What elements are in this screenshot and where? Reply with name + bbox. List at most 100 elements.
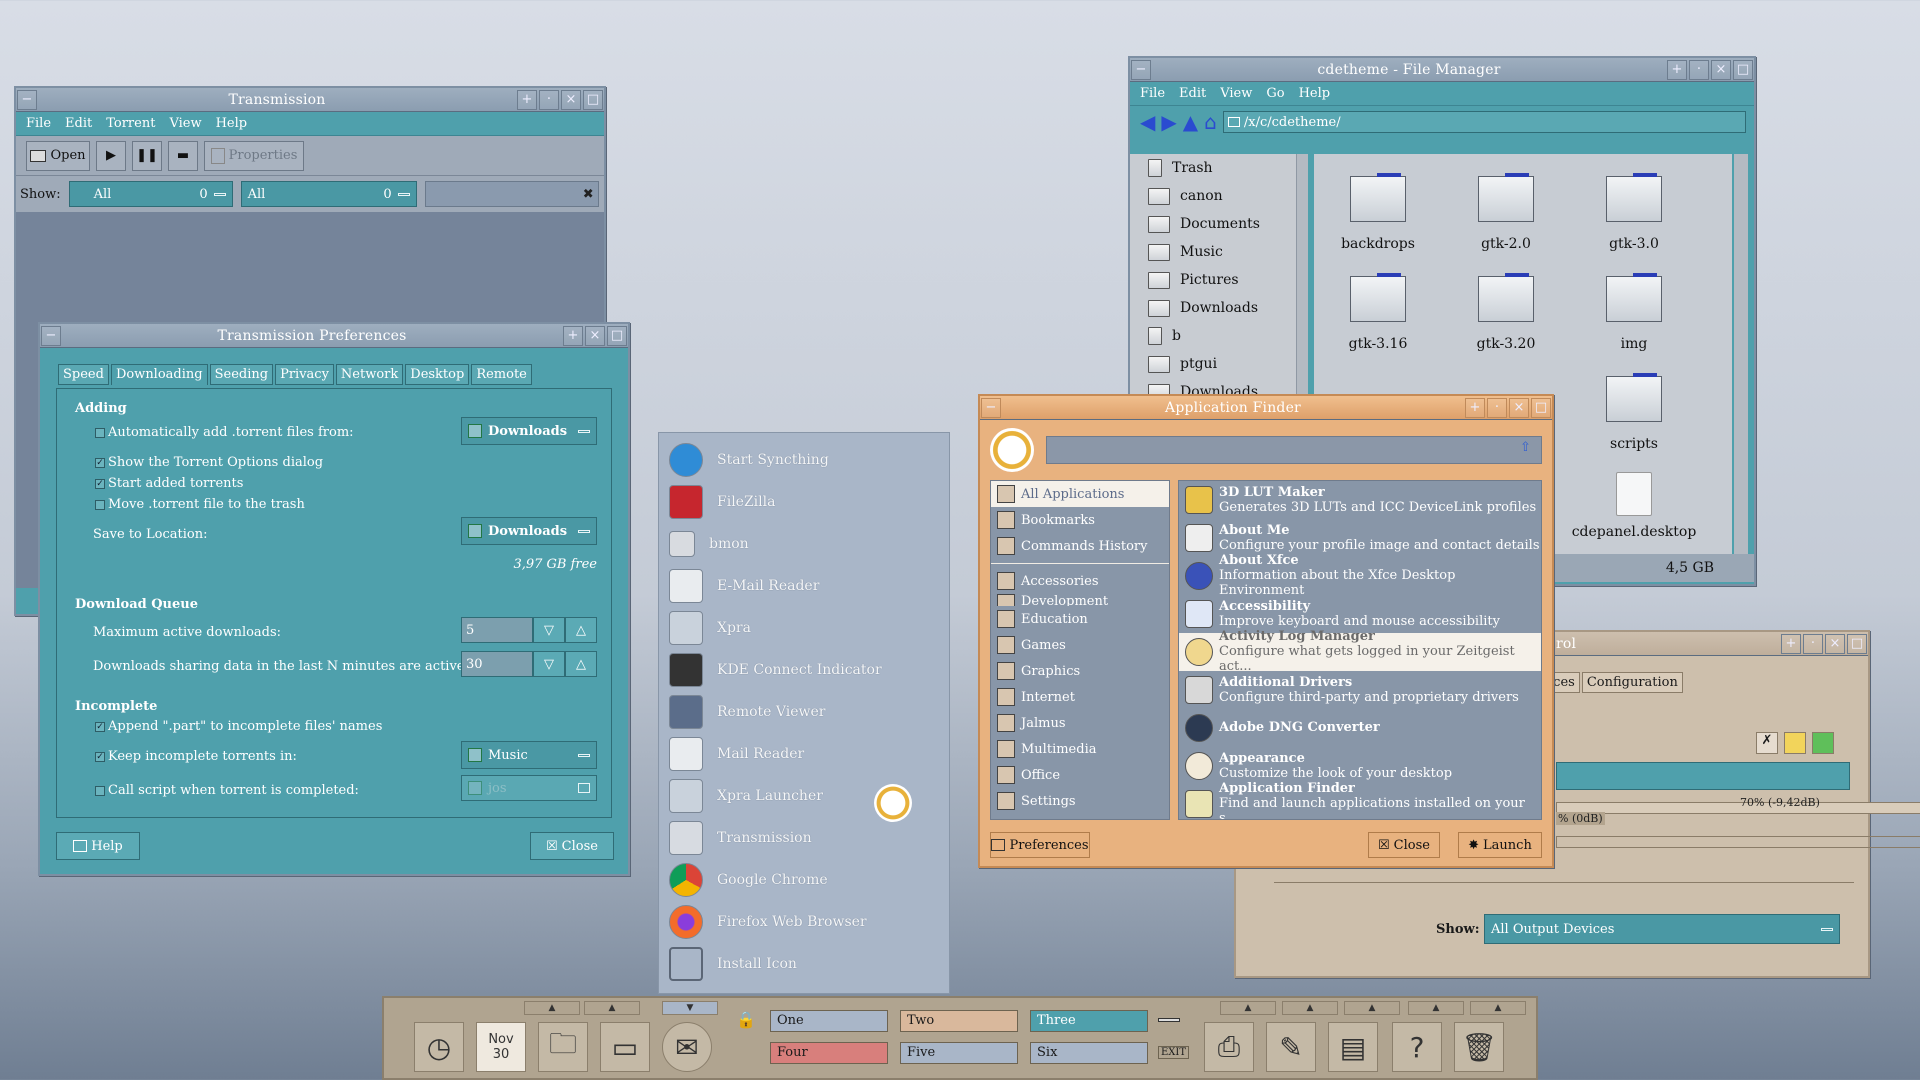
window-menu-button[interactable]: − — [41, 325, 61, 346]
start-added-checkbox[interactable]: ✓ — [95, 478, 105, 489]
launcher-item-email[interactable]: E-Mail Reader — [659, 565, 949, 607]
panel-arrow-7[interactable]: ▲ — [1408, 1001, 1464, 1015]
workspace-six[interactable]: Six — [1030, 1042, 1148, 1064]
clear-search-icon[interactable]: ✖ — [583, 187, 594, 202]
workspace-five[interactable]: Five — [900, 1042, 1018, 1064]
panel-arrow-1[interactable]: ▲ — [524, 1001, 580, 1015]
menu-torrent[interactable]: Torrent — [106, 116, 155, 131]
category-commands-history[interactable]: Commands History — [991, 533, 1169, 559]
panel-arrow-5[interactable]: ▲ — [1282, 1001, 1338, 1015]
launcher-item-transmission[interactable]: Transmission — [659, 817, 949, 859]
file-item-gtk316[interactable]: gtk-3.16 — [1314, 273, 1442, 352]
printer-icon[interactable]: ⎙ — [1204, 1022, 1254, 1072]
category-multimedia[interactable]: Multimedia — [991, 736, 1169, 762]
maximize-button[interactable]: + — [563, 325, 583, 346]
workspace-one[interactable]: One — [770, 1010, 888, 1032]
workspace-two[interactable]: Two — [900, 1010, 1018, 1032]
tab-seeding[interactable]: Seeding — [209, 364, 274, 385]
show-devices-select[interactable]: All Output Devices — [1484, 914, 1840, 944]
launcher-item-mail-reader[interactable]: Mail Reader — [659, 733, 949, 775]
sidebar-item-pictures[interactable]: Pictures — [1130, 266, 1308, 294]
file-item-gtk320[interactable]: gtk-3.20 — [1442, 273, 1570, 352]
terminal-icon[interactable]: ▭ — [600, 1022, 650, 1072]
file-manager-titlebar[interactable]: − cdetheme - File Manager + · × □ — [1130, 58, 1754, 82]
category-bookmarks[interactable]: Bookmarks — [991, 507, 1169, 533]
category-all-applications[interactable]: All Applications — [991, 481, 1169, 507]
minimize-button[interactable]: · — [1803, 633, 1823, 654]
tab-desktop[interactable]: Desktop — [405, 364, 470, 385]
max-active-input[interactable]: 5 — [461, 617, 533, 643]
launcher-item-firefox[interactable]: Firefox Web Browser — [659, 901, 949, 943]
category-accessories[interactable]: Accessories — [991, 568, 1169, 594]
auto-add-folder-select[interactable]: Downloads — [461, 417, 597, 445]
launcher-item-xpra[interactable]: Xpra — [659, 607, 949, 649]
app-additional-drivers[interactable]: Additional Drivers Configure third-party … — [1179, 671, 1541, 709]
history-icon[interactable] — [990, 428, 1034, 472]
transmission-titlebar[interactable]: − Transmission + · × □ — [16, 88, 604, 112]
lock-icon[interactable]: ✗ — [1756, 732, 1778, 754]
search-input[interactable]: ✖ — [424, 181, 599, 207]
workspace-three[interactable]: Three — [1030, 1010, 1148, 1032]
app-about-xfce[interactable]: About Xfce Information about the Xfce Des… — [1179, 554, 1541, 598]
launcher-item-chrome[interactable]: Google Chrome — [659, 859, 949, 901]
search-input[interactable] — [1046, 436, 1542, 464]
app-finder-titlebar[interactable]: − Application Finder + · × □ — [980, 396, 1552, 420]
launcher-item-kdeconnect[interactable]: KDE Connect Indicator — [659, 649, 949, 691]
app-manager-icon[interactable]: ▤ — [1328, 1022, 1378, 1072]
launcher-item-filezilla[interactable]: FileZilla — [659, 481, 949, 523]
minimize-button[interactable]: · — [539, 89, 559, 110]
file-item-gtk3[interactable]: gtk-3.0 — [1570, 173, 1698, 252]
launcher-item-install-icon[interactable]: Install Icon — [659, 943, 949, 985]
close-button[interactable]: × — [1711, 59, 1731, 80]
app-activity-log-manager[interactable]: Activity Log Manager Configure what gets … — [1179, 630, 1541, 674]
move-trash-checkbox[interactable] — [95, 499, 105, 510]
resize-button[interactable]: □ — [1847, 633, 1867, 654]
tab-remote[interactable]: Remote — [471, 364, 532, 385]
launch-button[interactable]: ✸ Launch — [1458, 832, 1542, 858]
lock-icon[interactable] — [1784, 732, 1806, 754]
path-bar[interactable]: /x/c/cdetheme/ — [1222, 111, 1746, 133]
home-icon[interactable]: ⌂ — [1204, 110, 1217, 134]
minimize-button[interactable]: · — [1487, 397, 1507, 418]
panel-arrow-6[interactable]: ▲ — [1344, 1001, 1400, 1015]
back-icon[interactable]: ◀ — [1140, 110, 1155, 134]
sharing-input[interactable]: 30 — [461, 651, 533, 677]
forward-icon[interactable]: ▶ — [1161, 110, 1176, 134]
close-button[interactable]: × — [1825, 633, 1845, 654]
minimize-button[interactable]: · — [1689, 59, 1709, 80]
show-options-checkbox[interactable]: ✓ — [95, 457, 105, 468]
maximize-button[interactable]: + — [1781, 633, 1801, 654]
tab-speed[interactable]: Speed — [58, 364, 109, 385]
category-settings[interactable]: Settings — [991, 788, 1169, 814]
close-prefs-button[interactable]: ☒ Close — [530, 832, 614, 860]
close-finder-button[interactable]: ☒ Close — [1368, 832, 1440, 858]
volume-bar[interactable] — [1556, 802, 1920, 814]
help-button[interactable]: Help — [56, 832, 140, 860]
close-button[interactable]: × — [1509, 397, 1529, 418]
max-active-down[interactable]: ▽ — [533, 617, 565, 643]
up-icon[interactable]: ▲ — [1183, 110, 1198, 134]
sidebar-item-ptgui[interactable]: ptgui — [1130, 350, 1308, 378]
menu-edit[interactable]: Edit — [1179, 86, 1206, 101]
resize-button[interactable]: □ — [607, 325, 627, 346]
file-item-scripts[interactable]: scripts — [1570, 373, 1698, 452]
file-item-img[interactable]: img — [1570, 273, 1698, 352]
script-file-chooser[interactable]: jos — [461, 775, 597, 801]
sidebar-item-music[interactable]: Music — [1130, 238, 1308, 266]
launcher-item-syncthing[interactable]: Start Syncthing — [659, 439, 949, 481]
launcher-item-remote-viewer[interactable]: Remote Viewer — [659, 691, 949, 733]
preferences-button[interactable]: Preferences — [990, 832, 1090, 858]
keep-folder-select[interactable]: Music — [461, 741, 597, 769]
tab-configuration[interactable]: Configuration — [1581, 672, 1683, 693]
help-manager-icon[interactable]: ? — [1392, 1022, 1442, 1072]
app-3d-lut-maker[interactable]: 3D LUT Maker Generates 3D LUTs and ICC De… — [1179, 481, 1541, 519]
save-location-select[interactable]: Downloads — [461, 517, 597, 545]
sidebar-item-b[interactable]: b — [1130, 322, 1308, 350]
keep-incomplete-checkbox[interactable]: ✓ — [95, 751, 105, 762]
file-item-backdrops[interactable]: backdrops — [1314, 173, 1442, 252]
expand-icon[interactable]: ⇧ — [1520, 440, 1531, 455]
category-education[interactable]: Education — [991, 606, 1169, 632]
panel-arrow-8[interactable]: ▲ — [1470, 1001, 1526, 1015]
resize-button[interactable]: □ — [1733, 59, 1753, 80]
auto-add-checkbox[interactable] — [95, 427, 105, 438]
